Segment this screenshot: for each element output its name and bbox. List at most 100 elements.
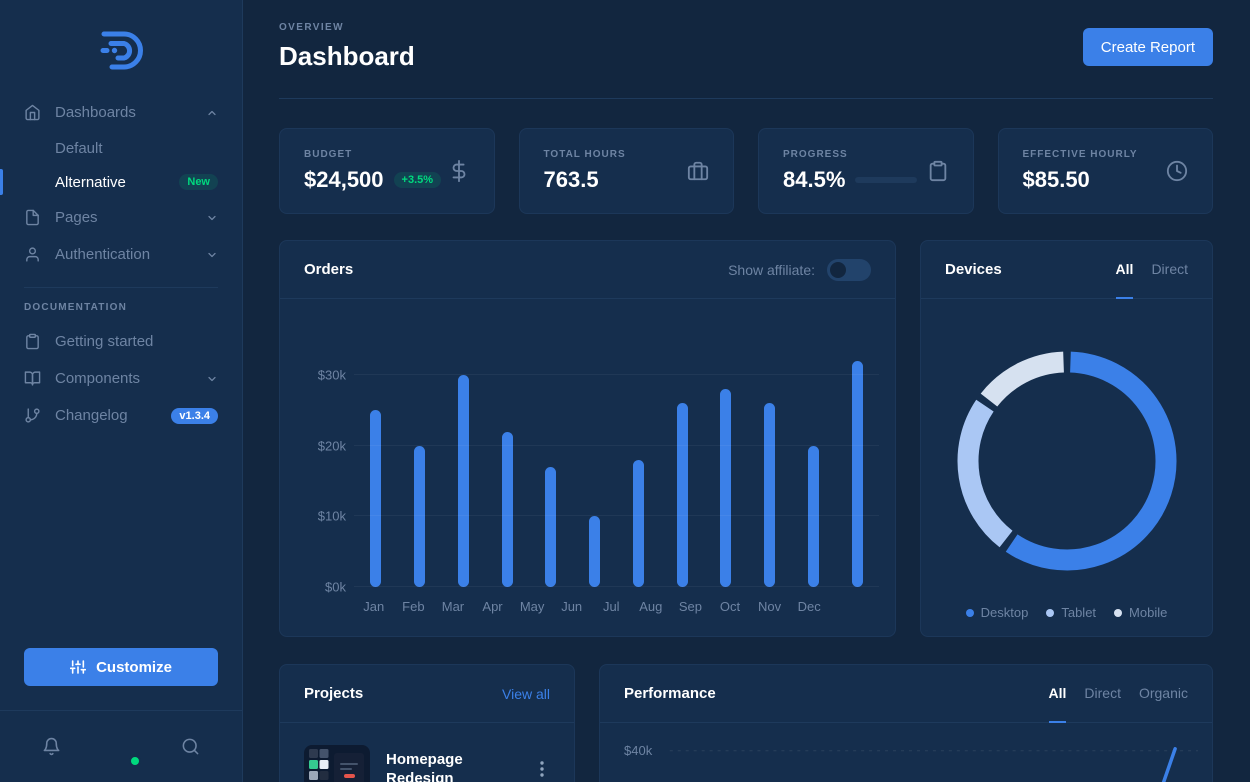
donut-segment-desktop[interactable] <box>1011 362 1165 560</box>
page-pretitle: OVERVIEW <box>279 22 415 33</box>
sidebar-item-label: Authentication <box>55 246 206 263</box>
performance-tab-direct[interactable]: Direct <box>1084 665 1121 723</box>
bell-icon[interactable] <box>42 737 61 756</box>
page-header: OVERVIEW Dashboard Create Report <box>279 0 1213 99</box>
orders-plot <box>354 339 879 587</box>
devices-tab-direct[interactable]: Direct <box>1151 241 1188 299</box>
customize-button[interactable]: Customize <box>24 648 218 686</box>
orders-card: Orders Show affiliate: $0k$10k$20k$30k J… <box>279 240 896 637</box>
file-icon <box>24 209 41 226</box>
kebab-menu-icon[interactable] <box>534 760 550 778</box>
chevron-down-icon <box>206 373 218 385</box>
devices-tab-all[interactable]: All <box>1116 241 1134 299</box>
sidebar-item-changelog[interactable]: Changelog v1.3.4 <box>24 397 218 434</box>
bar-column <box>573 339 617 587</box>
create-report-button[interactable]: Create Report <box>1083 28 1213 66</box>
stat-value: 763.5 <box>544 167 599 193</box>
order-bar[interactable] <box>633 460 644 587</box>
order-bar[interactable] <box>589 516 600 587</box>
sidebar-divider <box>24 287 218 288</box>
performance-line <box>1151 749 1175 782</box>
user-avatar[interactable] <box>102 728 140 766</box>
bar-column <box>529 339 573 587</box>
view-all-link[interactable]: View all <box>502 686 550 702</box>
show-affiliate-label: Show affiliate: <box>728 262 815 278</box>
bar-column <box>748 339 792 587</box>
effective-hourly-stat-card: EFFECTIVE HOURLY $85.50 <box>998 128 1214 214</box>
donut-segment-mobile[interactable] <box>988 362 1063 400</box>
sliders-icon <box>70 659 86 675</box>
x-tick-label: Jul <box>591 599 631 614</box>
show-affiliate-toggle[interactable] <box>827 259 871 281</box>
sidebar-item-label: Components <box>55 370 206 387</box>
x-tick-label: Apr <box>473 599 513 614</box>
legend-dot <box>1046 609 1054 617</box>
search-icon[interactable] <box>181 737 200 756</box>
sidebar-item-getting-started[interactable]: Getting started <box>24 323 218 360</box>
devices-card: Devices All Direct Desktop <box>920 240 1213 637</box>
performance-card-title: Performance <box>624 685 716 702</box>
x-tick-label: Nov <box>750 599 790 614</box>
bar-column <box>354 339 398 587</box>
charts-row: Orders Show affiliate: $0k$10k$20k$30k J… <box>279 240 1213 637</box>
sidebar-nav: Dashboards Default Alternative New <box>24 94 218 273</box>
briefcase-icon <box>687 160 709 182</box>
trend-badge: +3.5% <box>394 172 442 188</box>
order-bar[interactable] <box>720 389 731 587</box>
sidebar-item-label: Pages <box>55 209 206 226</box>
x-tick-label: Jan <box>354 599 394 614</box>
order-bar[interactable] <box>458 375 469 587</box>
order-bar[interactable] <box>502 432 513 587</box>
order-bar[interactable] <box>677 403 688 587</box>
bar-column <box>835 339 879 587</box>
clipboard-icon <box>927 160 949 182</box>
sidebar-item-authentication[interactable]: Authentication <box>24 236 218 273</box>
git-branch-icon <box>24 407 41 424</box>
order-bar[interactable] <box>764 403 775 587</box>
bar-column <box>704 339 748 587</box>
user-icon <box>24 246 41 263</box>
performance-tab-all[interactable]: All <box>1049 665 1067 723</box>
legend-dot <box>966 609 974 617</box>
sidebar-item-label: Changelog <box>55 407 171 424</box>
legend-item-desktop: Desktop <box>966 605 1029 620</box>
page-title: Dashboard <box>279 41 415 72</box>
app-logo[interactable] <box>24 0 218 94</box>
bar-column <box>792 339 836 587</box>
stat-value: 84.5% <box>783 167 845 193</box>
sidebar-item-default[interactable]: Default <box>24 131 218 165</box>
y-tick-label: $10k <box>318 509 346 524</box>
sidebar-item-components[interactable]: Components <box>24 360 218 397</box>
project-thumbnail <box>304 745 370 782</box>
stats-row: BUDGET $24,500 +3.5% TOTAL HOURS 763.5 <box>279 128 1213 214</box>
new-badge: New <box>179 174 218 190</box>
stat-label: PROGRESS <box>783 149 917 160</box>
home-icon <box>24 104 41 121</box>
order-bar[interactable] <box>545 467 556 587</box>
bar-column <box>485 339 529 587</box>
performance-tab-organic[interactable]: Organic <box>1139 665 1188 723</box>
stat-label: TOTAL HOURS <box>544 149 626 160</box>
stat-value: $85.50 <box>1023 167 1090 193</box>
project-list-item[interactable]: Homepage Redesign <box>280 723 574 782</box>
performance-chart: $40k <box>600 723 1212 782</box>
documentation-heading: DOCUMENTATION <box>24 302 218 313</box>
y-tick-label: $30k <box>318 368 346 383</box>
devices-card-title: Devices <box>945 261 1002 278</box>
legend-label: Mobile <box>1129 605 1167 620</box>
sidebar-item-alternative[interactable]: Alternative New <box>24 165 218 199</box>
sidebar-item-label: Getting started <box>55 333 218 350</box>
order-bar[interactable] <box>370 410 381 587</box>
x-tick-label: Mar <box>433 599 473 614</box>
sidebar-item-dashboards[interactable]: Dashboards <box>24 94 218 131</box>
legend-label: Desktop <box>981 605 1029 620</box>
book-icon <box>24 370 41 387</box>
x-tick-label: Oct <box>710 599 750 614</box>
donut-segment-tablet[interactable] <box>968 406 1006 539</box>
orders-card-title: Orders <box>304 261 353 278</box>
order-bar[interactable] <box>852 361 863 587</box>
chevron-down-icon <box>206 212 218 224</box>
dollar-icon <box>448 160 470 182</box>
sidebar-item-pages[interactable]: Pages <box>24 199 218 236</box>
stat-label: BUDGET <box>304 149 441 160</box>
